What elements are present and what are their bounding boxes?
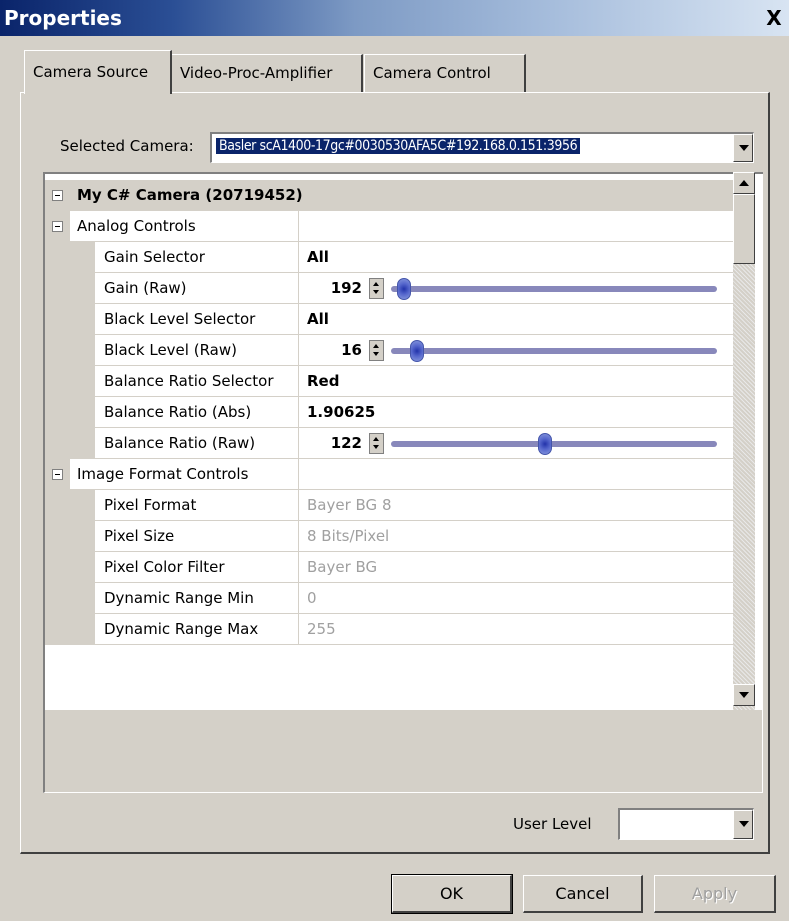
property-value: 0 [299,583,739,614]
gain-slider-track[interactable] [391,286,717,292]
category-label: Image Format Controls [70,459,299,490]
tab-label: Video-Proc-Amplifier [180,64,333,82]
property-grid[interactable]: My C# Camera (20719452) Analog Controls … [43,172,763,710]
table-row[interactable]: Black Level (Raw) 16 [45,335,739,366]
property-name: Dynamic Range Max [95,614,299,645]
collapse-icon[interactable] [52,221,63,232]
balance-ratio-value[interactable]: 122 [302,428,362,459]
property-grid-scrollbar[interactable] [733,172,755,710]
tab-label: Camera Source [33,63,149,81]
table-row[interactable]: Gain Selector All [45,242,739,273]
table-row[interactable]: Pixel Format Bayer BG 8 [45,490,739,521]
property-name: Balance Ratio (Abs) [95,397,299,428]
property-name: Gain Selector [95,242,299,273]
selected-camera-label: Selected Camera: [60,137,194,155]
property-description-area [43,710,763,793]
title-bar: Properties X [0,0,789,36]
table-row[interactable]: Dynamic Range Min 0 [45,583,739,614]
tab-camera-control[interactable]: Camera Control [364,54,526,92]
property-value: 8 Bits/Pixel [299,521,739,552]
user-level-label: User Level [513,815,592,833]
table-row[interactable]: Gain (Raw) 192 [45,273,739,304]
property-name: Balance Ratio (Raw) [95,428,299,459]
tab-video-proc-amplifier[interactable]: Video-Proc-Amplifier [171,54,363,92]
property-value[interactable]: 1.90625 [299,397,739,428]
chevron-down-icon[interactable] [733,134,753,162]
table-row[interactable]: Black Level Selector All [45,304,739,335]
gain-spinner[interactable] [369,278,384,299]
property-name: Black Level Selector [95,304,299,335]
collapse-icon[interactable] [52,190,63,201]
balance-ratio-slider-track[interactable] [391,441,717,447]
property-name: Pixel Size [95,521,299,552]
property-value: 255 [299,614,739,645]
table-row[interactable]: Balance Ratio Selector Red [45,366,739,397]
grid-category-analog[interactable]: Analog Controls [45,211,739,242]
root-category-label: My C# Camera (20719452) [70,180,739,211]
gain-slider-thumb[interactable] [397,278,412,300]
property-name: Dynamic Range Min [95,583,299,614]
apply-button[interactable]: Apply [654,875,776,913]
table-row[interactable]: Pixel Size 8 Bits/Pixel [45,521,739,552]
scroll-up-icon[interactable] [733,172,755,194]
table-row[interactable]: Dynamic Range Max 255 [45,614,739,645]
black-level-spinner[interactable] [369,340,384,361]
gain-value[interactable]: 192 [302,273,362,304]
collapse-icon[interactable] [52,469,63,480]
scroll-down-icon[interactable] [733,684,755,706]
user-level-combo[interactable] [618,808,754,840]
selected-camera-combo[interactable]: Basler scA1400-17gc#0030530AFA5C#192.168… [210,132,754,163]
selected-camera-value: Basler scA1400-17gc#0030530AFA5C#192.168… [216,138,581,154]
property-value[interactable]: All [299,242,739,273]
tab-camera-source[interactable]: Camera Source [24,50,172,94]
close-icon[interactable]: X [763,7,785,29]
grid-category-image-format[interactable]: Image Format Controls [45,459,739,490]
chevron-down-icon[interactable] [733,810,753,839]
property-name: Black Level (Raw) [95,335,299,366]
balance-ratio-slider-thumb[interactable] [537,433,552,455]
property-value: Bayer BG [299,552,739,583]
black-level-slider-track[interactable] [391,348,717,354]
property-value[interactable]: Red [299,366,739,397]
table-row[interactable]: Pixel Color Filter Bayer BG [45,552,739,583]
balance-ratio-spinner[interactable] [369,433,384,454]
property-name: Gain (Raw) [95,273,299,304]
grid-empty-area [45,645,739,705]
scrollbar-thumb[interactable] [733,194,755,264]
black-level-slider-thumb[interactable] [409,340,424,362]
window-title: Properties [4,6,122,30]
property-name: Pixel Color Filter [95,552,299,583]
property-value[interactable]: All [299,304,739,335]
grid-category-root[interactable]: My C# Camera (20719452) [45,180,739,211]
tab-label: Camera Control [373,64,491,82]
table-row[interactable]: Balance Ratio (Raw) 122 [45,428,739,459]
cancel-button[interactable]: Cancel [523,875,643,913]
property-name: Pixel Format [95,490,299,521]
ok-button[interactable]: OK [391,874,513,914]
property-value: Bayer BG 8 [299,490,739,521]
black-level-value[interactable]: 16 [302,335,362,366]
category-label: Analog Controls [70,211,299,242]
table-row[interactable]: Balance Ratio (Abs) 1.90625 [45,397,739,428]
property-name: Balance Ratio Selector [95,366,299,397]
